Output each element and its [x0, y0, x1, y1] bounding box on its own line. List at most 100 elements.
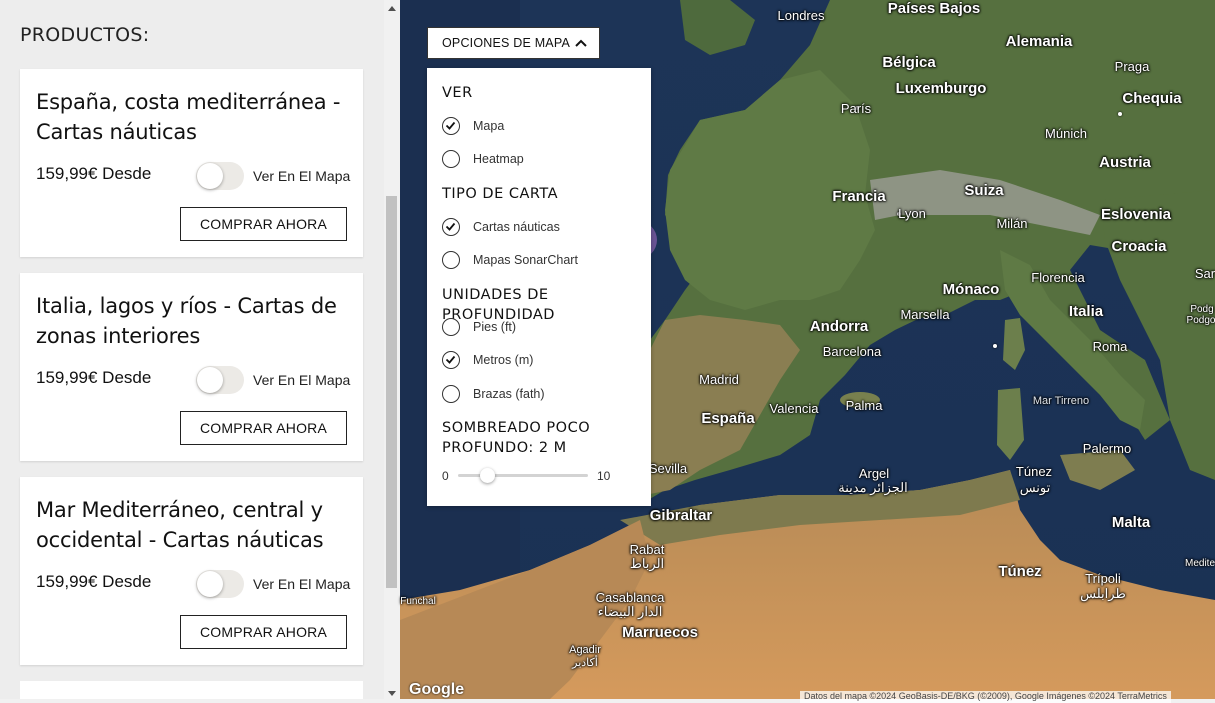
map-label: Barcelona: [822, 344, 882, 359]
radio-unchecked-icon[interactable]: [442, 385, 460, 403]
map-label: الرباط: [629, 556, 665, 571]
radio-unchecked-icon[interactable]: [442, 251, 460, 269]
buy-now-button[interactable]: COMPRAR AHORA: [180, 207, 347, 241]
map-label: Suiza: [964, 182, 1004, 199]
map-label: Túnez: [1015, 464, 1053, 479]
show-on-map-toggle[interactable]: [196, 366, 244, 394]
product-card-partial: [20, 681, 363, 699]
map-label: París: [840, 101, 872, 116]
product-price: 159,99€ Desde: [36, 368, 152, 387]
map-label: Podgo: [1186, 315, 1215, 326]
toggle-knob: [197, 367, 223, 393]
map-label: Países Bajos: [887, 0, 981, 17]
option-label: Metros (m): [473, 353, 534, 367]
map-attribution[interactable]: Datos del mapa ©2024 GeoBasis-DE/BKG (©2…: [800, 691, 1171, 703]
toggle-knob: [197, 571, 223, 597]
slider-min-label: 0: [442, 469, 449, 483]
map-label: Praga: [1114, 59, 1150, 74]
map-label: Malta: [1111, 514, 1151, 531]
map-label: Marsella: [900, 307, 950, 322]
city-dot: [993, 344, 997, 348]
show-on-map-label[interactable]: Ver En El Mapa: [253, 168, 350, 184]
slider-max-label: 10: [597, 469, 611, 483]
radio-checked-icon[interactable]: [442, 218, 460, 236]
map-label: Túnez: [998, 563, 1042, 580]
buy-now-button[interactable]: COMPRAR AHORA: [180, 615, 347, 649]
map-label: Podg: [1190, 304, 1214, 315]
radio-unchecked-icon[interactable]: [442, 318, 460, 336]
map-options-panel: VER Mapa Heatmap TIPO DE CARTA Cartas ná…: [427, 68, 651, 506]
map-label: Sevilla: [648, 461, 688, 476]
city-dot: [1118, 112, 1122, 116]
shading-slider-handle[interactable]: [480, 468, 495, 483]
map-label: Mónaco: [942, 281, 1000, 298]
option-label: Heatmap: [473, 152, 524, 166]
radio-unchecked-icon[interactable]: [442, 150, 460, 168]
map-label: Gibraltar: [649, 507, 713, 524]
product-title[interactable]: España, costa mediterránea - Cartas náut…: [36, 87, 351, 147]
toggle-knob: [197, 163, 223, 189]
option-label: Mapa: [473, 119, 505, 133]
option-label: Mapas SonarChart: [473, 253, 578, 267]
product-title[interactable]: Mar Mediterráneo, central y occidental -…: [36, 495, 351, 555]
shading-heading-line2: PROFUNDO: 2 M: [442, 440, 567, 456]
map-label: Chequia: [1122, 90, 1182, 107]
show-on-map-toggle[interactable]: [196, 162, 244, 190]
scroll-up-arrow-icon[interactable]: [388, 6, 396, 11]
show-on-map-label[interactable]: Ver En El Mapa: [253, 576, 350, 592]
buy-now-button[interactable]: COMPRAR AHORA: [180, 411, 347, 445]
option-label: Cartas náuticas: [473, 220, 560, 234]
map-label: Madrid: [699, 372, 739, 387]
map-label: Bélgica: [882, 54, 936, 71]
map-label: Londres: [777, 8, 825, 23]
option-map[interactable]: Mapa: [442, 115, 642, 137]
map-label: Croacia: [1111, 238, 1167, 255]
map-label: España: [701, 410, 755, 427]
map-label: Milán: [996, 216, 1028, 231]
option-sonarchart[interactable]: Mapas SonarChart: [442, 249, 642, 271]
map-options-label: OPCIONES DE MAPA: [442, 36, 570, 50]
map-label: الدار البيضاء: [597, 604, 663, 619]
radio-checked-icon[interactable]: [442, 117, 460, 135]
map-label: تونس: [1019, 480, 1051, 495]
map-label: Francia: [832, 188, 886, 205]
map-label: Sar: [1194, 266, 1215, 281]
option-nautical-charts[interactable]: Cartas náuticas: [442, 216, 642, 238]
product-sidebar: PRODUCTOS: España, costa mediterránea - …: [0, 0, 400, 699]
map-label: Argel: [858, 466, 890, 481]
map-label: Luxemburgo: [895, 80, 987, 97]
show-on-map-label[interactable]: Ver En El Mapa: [253, 372, 350, 388]
shading-heading-line1: SOMBREADO POCO: [442, 420, 591, 436]
product-card: Mar Mediterráneo, central y occidental -…: [20, 477, 363, 665]
option-heatmap[interactable]: Heatmap: [442, 148, 642, 170]
scrollbar-thumb[interactable]: [386, 196, 397, 588]
map-label: الجزائر مدينة: [838, 480, 908, 495]
view-heading: VER: [442, 85, 473, 101]
map-options-button[interactable]: OPCIONES DE MAPA: [427, 27, 600, 59]
chart-type-heading: TIPO DE CARTA: [442, 186, 559, 202]
map-label: Trípoli: [1085, 571, 1121, 586]
shading-slider-track[interactable]: [458, 474, 588, 477]
product-title[interactable]: Italia, lagos y ríos - Cartas de zonas i…: [36, 291, 351, 351]
chevron-up-icon: [575, 39, 587, 47]
map-label: Florencia: [1031, 270, 1085, 285]
map-label: Austria: [1099, 154, 1151, 171]
option-feet[interactable]: Pies (ft): [442, 316, 642, 338]
show-on-map-toggle[interactable]: [196, 570, 244, 598]
radio-checked-icon[interactable]: [442, 351, 460, 369]
option-meters[interactable]: Metros (m): [442, 349, 642, 371]
map-label: أكادير: [572, 657, 598, 669]
option-fathoms[interactable]: Brazas (fath): [442, 383, 642, 405]
map-label: Eslovenia: [1100, 206, 1172, 223]
scroll-down-arrow-icon[interactable]: [388, 691, 396, 696]
map-label: Agadir: [569, 644, 601, 656]
map-label: Medite: [1184, 558, 1215, 569]
map-label: Italia: [1068, 303, 1104, 320]
map-label: Múnich: [1045, 126, 1087, 141]
map-label: Valencia: [769, 401, 819, 416]
map-label: Alemania: [1005, 33, 1073, 50]
map-label: Roma: [1092, 339, 1128, 354]
map-label: Mar Tirreno: [1032, 395, 1090, 407]
products-heading: PRODUCTOS:: [20, 24, 150, 46]
map-label: Rabat: [629, 542, 665, 557]
